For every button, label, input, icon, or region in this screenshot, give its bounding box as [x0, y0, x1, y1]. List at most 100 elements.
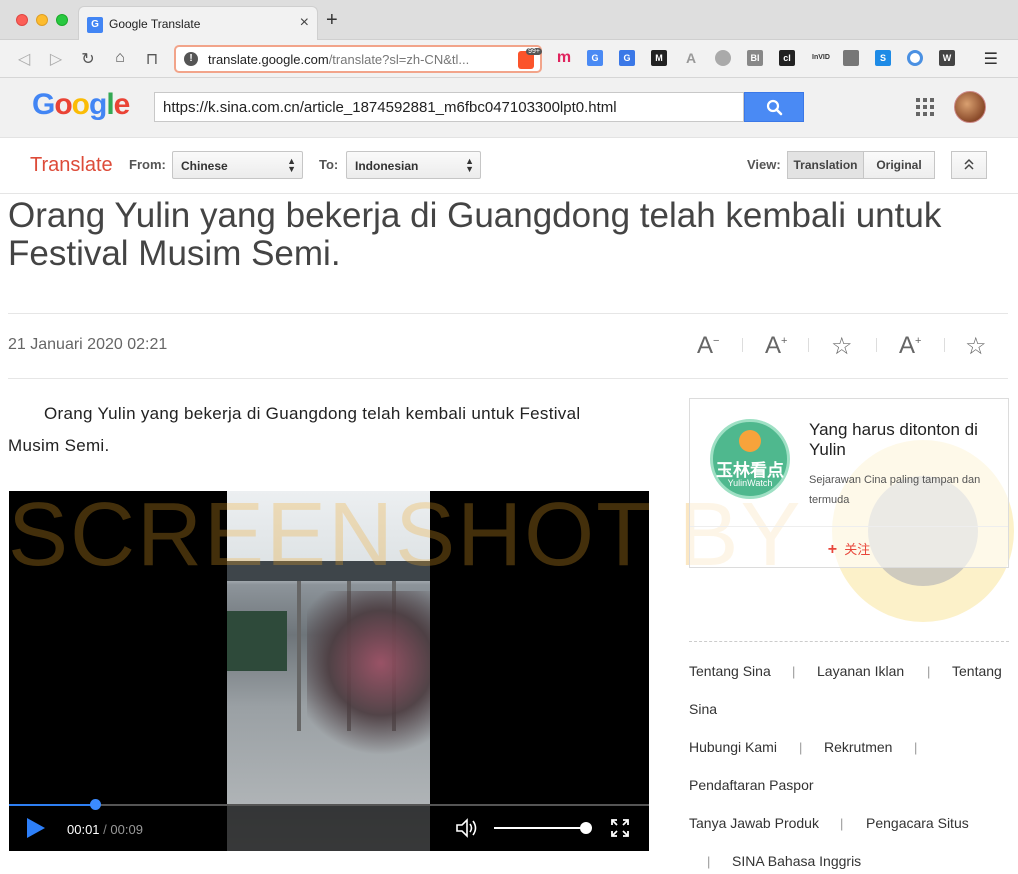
home-icon[interactable]: ⌂: [110, 49, 130, 67]
view-label: View:: [747, 157, 781, 172]
forward-icon[interactable]: ▷: [46, 49, 66, 69]
divider: [808, 338, 809, 352]
site-info-icon[interactable]: !: [184, 52, 198, 66]
museum-ext-icon[interactable]: M: [651, 50, 667, 66]
footer-link[interactable]: Layanan Iklan: [817, 663, 904, 679]
gray-ext-icon[interactable]: [843, 50, 859, 66]
brave-shield-icon[interactable]: 99+: [518, 48, 542, 69]
close-window-button[interactable]: [16, 14, 28, 26]
train: [227, 611, 287, 671]
from-label: From:: [129, 157, 166, 172]
footer-separator: |: [799, 740, 803, 755]
volume-handle[interactable]: [580, 822, 592, 834]
search-icon: [766, 99, 783, 116]
footer-separator: |: [914, 740, 918, 755]
to-language-select[interactable]: Indonesian ▲ ▼: [346, 151, 481, 179]
increase-font-icon[interactable]: A+: [899, 332, 921, 360]
close-tab-icon[interactable]: ×: [300, 14, 309, 32]
tab-bar: G Google Translate × +: [0, 0, 1018, 40]
divider: [690, 526, 1008, 527]
view-original-button[interactable]: Original: [863, 151, 935, 179]
footer-link[interactable]: Sina: [689, 701, 717, 717]
volume-icon[interactable]: [455, 817, 479, 844]
divider: [876, 338, 877, 352]
follow-button[interactable]: + 关注: [690, 539, 1008, 559]
sun-icon: [739, 430, 761, 452]
google-apps-icon[interactable]: [916, 98, 934, 121]
star-icon[interactable]: ☆: [831, 332, 853, 361]
bookmark-icon[interactable]: ⊓: [142, 49, 162, 69]
bi-ext-icon[interactable]: BI: [747, 50, 763, 66]
translate-title: Translate: [30, 154, 113, 176]
search-button[interactable]: [744, 92, 804, 122]
address-bar[interactable]: ! translate.google.com/translate?sl=zh-C…: [174, 45, 542, 73]
cl-ext-icon[interactable]: cl: [779, 50, 795, 66]
footer-link[interactable]: Pengacara Situs: [866, 815, 969, 831]
crowd: [307, 591, 430, 771]
current-time: 00:01: [67, 822, 100, 837]
station-roof: [227, 561, 430, 581]
decrease-font-icon[interactable]: A−: [697, 332, 719, 360]
extension-m-icon[interactable]: m: [556, 50, 572, 66]
progress-track[interactable]: [9, 804, 649, 806]
select-arrows-icon: ▲ ▼: [287, 156, 296, 174]
google-translate-ext-icon[interactable]: G: [587, 50, 603, 66]
w-ext-icon[interactable]: W: [939, 50, 955, 66]
divider: [8, 378, 1008, 379]
minimize-window-button[interactable]: [36, 14, 48, 26]
translate-bar: Translate From: Chinese ▲ ▼ To: Indonesia…: [0, 138, 1018, 194]
article-lead-text: Orang Yulin yang bekerja di Guangdong te…: [8, 404, 581, 455]
video-player[interactable]: 00:01 / 00:09: [9, 491, 649, 851]
google-ext-icon[interactable]: G: [619, 50, 635, 66]
active-tab[interactable]: G Google Translate ×: [78, 6, 318, 40]
follow-label: 关注: [844, 542, 871, 557]
select-arrows-icon: ▲ ▼: [465, 156, 474, 174]
divider: [689, 641, 1009, 642]
star-icon[interactable]: ☆: [965, 332, 987, 361]
from-language-select[interactable]: Chinese ▲ ▼: [172, 151, 303, 179]
footer-link[interactable]: Rekrutmen: [824, 739, 892, 755]
invid-ext-icon[interactable]: InVID: [810, 50, 832, 66]
eye-ext-icon[interactable]: [907, 50, 923, 66]
avatar[interactable]: [954, 91, 986, 123]
reload-icon[interactable]: ↻: [78, 49, 98, 69]
url-path: /translate?sl=zh-CN&tl...: [328, 52, 470, 67]
volume-slider[interactable]: [494, 827, 586, 829]
article-date: 21 Januari 2020 02:21: [8, 336, 168, 353]
url-search-input[interactable]: https://k.sina.com.cn/article_1874592881…: [154, 92, 744, 122]
brave-shield-count: 99+: [526, 48, 542, 55]
globe-ext-icon[interactable]: [715, 50, 731, 66]
back-icon[interactable]: ◁: [14, 49, 34, 69]
footer-link[interactable]: Pendaftaran Paspor: [689, 777, 814, 793]
footer-link[interactable]: Hubungi Kami: [689, 739, 777, 755]
channel-title[interactable]: Yang harus ditonton di Yulin: [809, 420, 989, 460]
yulinwatch-logo[interactable]: 玉林看点 YulinWatch: [710, 419, 790, 499]
channel-card: 玉林看点 YulinWatch Yang harus ditonton di Y…: [689, 398, 1009, 568]
maximize-window-button[interactable]: [56, 14, 68, 26]
footer-link[interactable]: Tentang: [952, 663, 1002, 679]
footer-link[interactable]: SINA Bahasa Inggris: [732, 853, 861, 869]
double-chevron-up-icon: [964, 158, 974, 170]
google-translate-favicon-icon: G: [87, 17, 103, 33]
menu-icon[interactable]: ☰: [984, 49, 998, 69]
url-text[interactable]: translate.google.com/translate?sl=zh-CN&…: [208, 52, 469, 67]
footer-separator: |: [792, 664, 796, 679]
divider: [8, 313, 1008, 314]
increase-font-icon[interactable]: A+: [765, 332, 787, 360]
view-translation-button[interactable]: Translation: [787, 151, 864, 179]
footer-separator: |: [927, 664, 931, 679]
a-ext-icon[interactable]: A: [683, 50, 699, 66]
duration: 00:09: [110, 822, 143, 837]
footer-link[interactable]: Tanya Jawab Produk: [689, 815, 819, 831]
s-ext-icon[interactable]: S: [875, 50, 891, 66]
google-header: Google https://k.sina.com.cn/article_187…: [0, 78, 1018, 138]
fullscreen-icon[interactable]: [611, 819, 629, 842]
google-logo[interactable]: Google: [32, 88, 130, 122]
footer-link[interactable]: Tentang Sina: [689, 663, 771, 679]
play-icon[interactable]: [27, 818, 45, 838]
channel-description: Sejarawan Cina paling tampan dan termuda: [809, 474, 981, 506]
progress-fill: [9, 804, 96, 806]
new-tab-icon[interactable]: +: [326, 9, 338, 32]
collapse-button[interactable]: [951, 151, 987, 179]
from-language-value: Chinese: [181, 159, 228, 173]
